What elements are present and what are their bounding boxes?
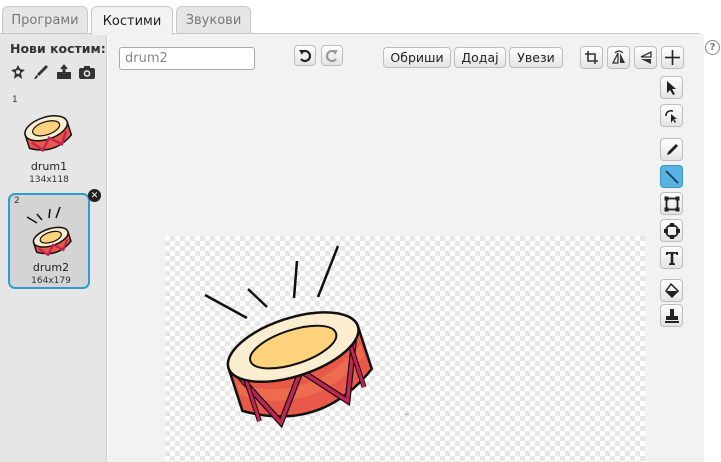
pencil-icon[interactable] (660, 138, 683, 161)
delete-costume-icon[interactable]: ✕ (88, 189, 101, 202)
camera-icon[interactable] (77, 62, 97, 82)
costume-list-panel: Нови костим: 1 drum1 134x118 2 ✕ drum2 1… (0, 34, 107, 462)
flip-horizontal-icon[interactable] (607, 46, 630, 69)
text-icon[interactable] (660, 246, 683, 269)
sprite-library-icon[interactable] (8, 62, 28, 82)
import-button[interactable]: Увези (509, 47, 563, 68)
tab-scripts[interactable]: Програми (2, 6, 88, 34)
paint-editor: Обриши Додај Увези + (108, 34, 704, 462)
costume-thumbnail (26, 206, 72, 257)
fill-icon[interactable] (660, 279, 683, 302)
costume-number: 1 (12, 95, 18, 105)
redo-icon[interactable] (321, 45, 343, 66)
costume-number: 2 (14, 196, 20, 206)
ellipse-icon[interactable] (660, 219, 683, 242)
help-icon[interactable]: ? (705, 40, 720, 55)
undo-icon[interactable] (294, 45, 316, 66)
tab-bar: Програми Костими Звукови (0, 0, 721, 35)
reshape-icon[interactable] (660, 104, 683, 127)
clear-button[interactable]: Обриши (383, 47, 451, 68)
new-costume-options (8, 62, 97, 82)
drum-drawing (204, 245, 374, 429)
motion-line (204, 293, 248, 320)
costume-size: 164x179 (31, 276, 71, 286)
drawing-canvas[interactable]: + (165, 236, 645, 462)
select-icon[interactable] (660, 76, 683, 99)
set-center-icon[interactable] (661, 46, 684, 69)
costume-item[interactable]: 1 drum1 134x118 (8, 94, 90, 190)
stamp-icon[interactable] (660, 304, 683, 327)
add-button[interactable]: Додај (454, 47, 506, 68)
costume-item-selected[interactable]: 2 ✕ drum2 164x179 (8, 189, 101, 289)
line-icon[interactable] (660, 165, 683, 188)
costume-thumbnail (24, 115, 73, 153)
upload-icon[interactable] (54, 62, 74, 82)
costume-name-input[interactable] (119, 47, 255, 70)
costume-size: 134x118 (29, 175, 69, 185)
crop-icon[interactable] (580, 46, 603, 69)
rectangle-icon[interactable] (660, 192, 683, 215)
paint-brush-icon[interactable] (31, 62, 51, 82)
tab-sounds[interactable]: Звукови (176, 6, 251, 34)
motion-line (292, 260, 299, 299)
new-costume-label: Нови костим: (10, 41, 106, 56)
costume-name: drum1 (30, 160, 68, 173)
motion-line (247, 288, 268, 308)
tab-costumes[interactable]: Костими (91, 6, 173, 35)
costume-name: drum2 (32, 261, 70, 274)
motion-line (316, 245, 340, 298)
flip-vertical-icon[interactable] (634, 46, 657, 69)
